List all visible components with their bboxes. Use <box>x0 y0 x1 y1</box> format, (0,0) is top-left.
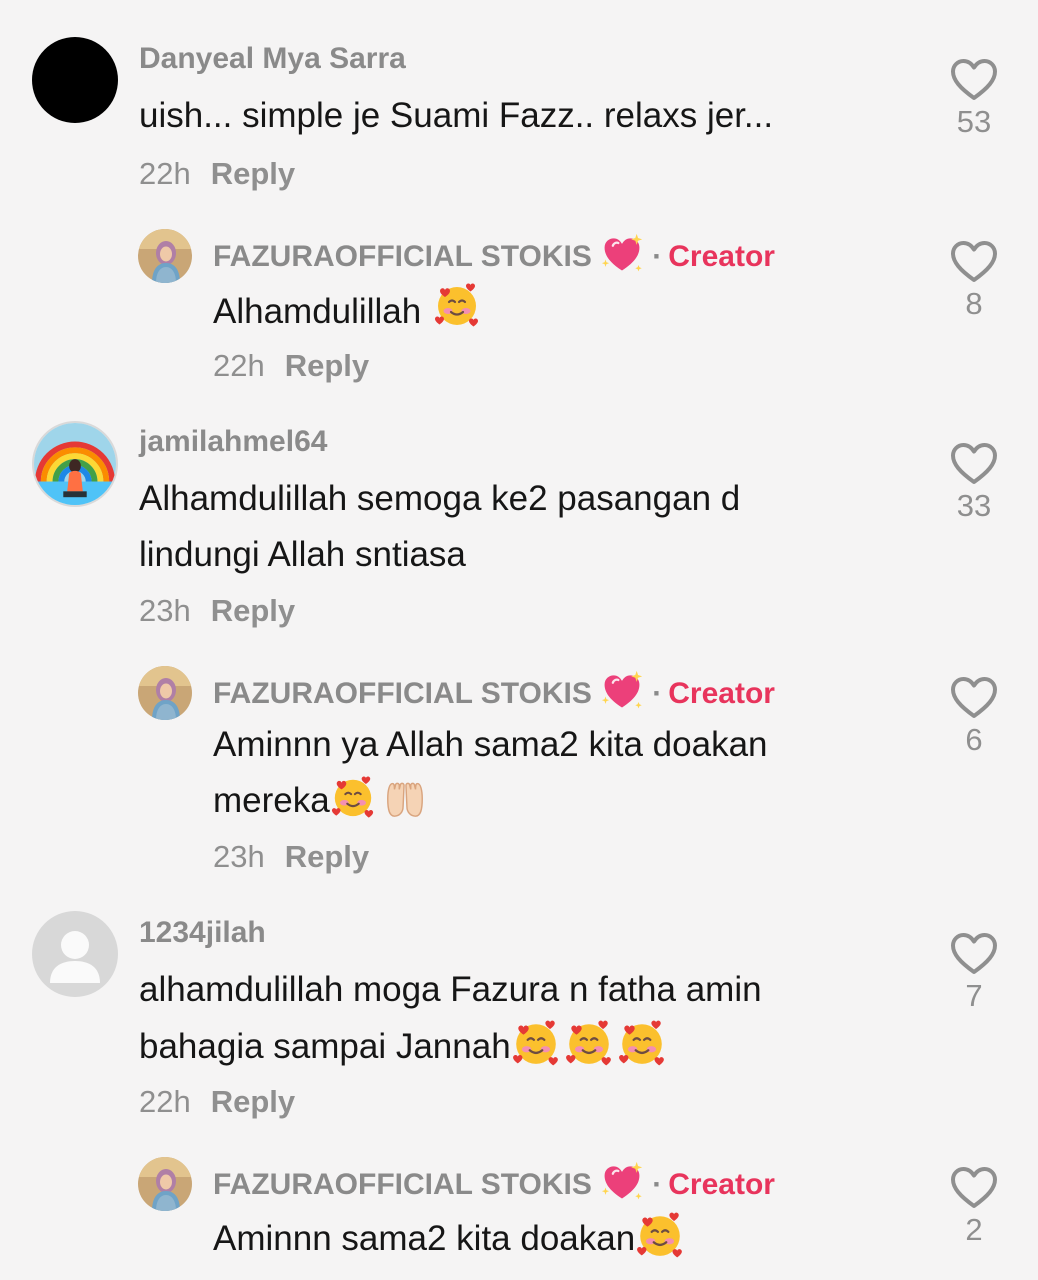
comment-text: Alhamdulillah semoga ke2 pasangan d lind… <box>139 471 740 583</box>
comment-username[interactable]: Danyeal Mya Sarra <box>139 42 406 76</box>
comment-time: 22h <box>139 1084 191 1119</box>
comment-text: Alhamdulillah <box>213 281 481 340</box>
smiling-face-with-hearts-icon <box>635 1210 685 1260</box>
reply-button[interactable]: Reply <box>285 839 369 874</box>
like-count: 33 <box>956 488 992 523</box>
like-count: 2 <box>965 1212 983 1247</box>
comment-meta: 23h Reply <box>139 593 295 629</box>
comment-text-line: uish... simple je Suami Fazz.. relaxs je… <box>139 96 774 135</box>
heart-icon <box>950 58 998 102</box>
smiling-face-with-hearts-icon <box>564 1018 614 1068</box>
comment-username[interactable]: 1234jilah <box>139 916 266 950</box>
comment-text: alhamdulillah moga Fazura n fatha amin b… <box>139 962 762 1075</box>
comment-username[interactable]: FAZURAOFFICIAL STOKIS · Creator <box>213 669 775 713</box>
comment-meta: 22h Reply <box>213 348 369 384</box>
user-silhouette-icon <box>50 931 100 983</box>
sparkling-heart-icon <box>600 669 644 713</box>
creator-avatar[interactable] <box>138 229 192 283</box>
comment-time: 23h <box>139 593 191 628</box>
comment-text-line: lindungi Allah sntiasa <box>139 535 466 574</box>
sparkling-heart-icon <box>600 1160 644 1204</box>
username-text: FAZURAOFFICIAL STOKIS <box>213 677 592 710</box>
comment-time: 22h <box>213 348 265 383</box>
comment-username[interactable]: FAZURAOFFICIAL STOKIS · Creator <box>213 232 775 276</box>
heart-icon <box>950 1166 998 1210</box>
creator-avatar[interactable] <box>138 1157 192 1211</box>
like-button[interactable]: 33 <box>944 442 1004 524</box>
raised-hands-icon <box>382 774 428 820</box>
creator-badge: Creator <box>668 240 775 273</box>
creator-avatar[interactable] <box>138 666 192 720</box>
comment-username[interactable]: jamilahmel64 <box>139 425 327 459</box>
smiling-face-with-hearts-icon <box>617 1018 667 1068</box>
comment-meta: 22h Reply <box>139 156 295 192</box>
smiling-face-with-hearts-icon <box>330 774 376 820</box>
username-text: FAZURAOFFICIAL STOKIS <box>213 240 592 273</box>
creator-badge: Creator <box>668 677 775 710</box>
comment-meta: 22h Reply <box>139 1084 295 1120</box>
reply-button[interactable]: Reply <box>211 1084 295 1119</box>
creator-badge: Creator <box>668 1168 775 1201</box>
comment-text-line: mereka <box>213 781 330 820</box>
comment-text-line: Aminnn ya Allah sama2 kita doakan <box>213 725 768 764</box>
like-button[interactable]: 6 <box>944 676 1004 758</box>
smiling-face-with-hearts-icon <box>511 1018 561 1068</box>
sparkling-heart-icon <box>600 232 644 276</box>
comment-text-line: bahagia sampai Jannah <box>139 1027 511 1066</box>
user-avatar[interactable] <box>32 421 118 507</box>
comment-time: 23h <box>213 839 265 874</box>
comment-text-line: Alhamdulillah <box>213 292 422 331</box>
comment-text-line: Alhamdulillah semoga ke2 pasangan d <box>139 479 741 518</box>
comment-meta: 23h Reply <box>213 839 369 875</box>
comment-text: uish... simple je Suami Fazz.. relaxs je… <box>139 88 773 144</box>
reply-button[interactable]: Reply <box>211 593 295 628</box>
like-button[interactable]: 53 <box>944 58 1004 140</box>
comment-text-line-2: bahagia sampai Jannah <box>139 1018 762 1075</box>
heart-icon <box>950 676 998 720</box>
username-text: FAZURAOFFICIAL STOKIS <box>213 1168 592 1201</box>
user-avatar[interactable] <box>32 37 118 123</box>
comment-text-line-2: mereka <box>213 773 768 829</box>
like-button[interactable]: 2 <box>944 1166 1004 1248</box>
comment-text-line: alhamdulillah moga Fazura n fatha amin <box>139 970 762 1009</box>
like-count: 8 <box>965 286 983 321</box>
like-count: 6 <box>965 722 983 757</box>
reply-button[interactable]: Reply <box>211 156 295 191</box>
reply-button[interactable]: Reply <box>285 348 369 383</box>
separator-dot: · <box>652 240 663 273</box>
comment-text: Aminnn sama2 kita doakan <box>213 1210 685 1267</box>
like-button[interactable]: 8 <box>944 240 1004 322</box>
comment-text: Aminnn ya Allah sama2 kita doakan mereka <box>213 717 768 829</box>
comment-time: 22h <box>139 156 191 191</box>
separator-dot: · <box>652 1168 663 1201</box>
like-count: 53 <box>956 104 992 139</box>
heart-icon <box>950 442 998 486</box>
smiling-face-with-hearts-icon <box>433 281 481 329</box>
comment-username[interactable]: FAZURAOFFICIAL STOKIS · Creator <box>213 1160 775 1204</box>
heart-icon <box>950 240 998 284</box>
like-button[interactable]: 7 <box>944 932 1004 1014</box>
separator-dot: · <box>652 677 663 710</box>
default-user-avatar[interactable] <box>32 911 118 997</box>
comment-text-line: Aminnn sama2 kita doakan <box>213 1219 636 1258</box>
like-count: 7 <box>965 978 983 1013</box>
heart-icon <box>950 932 998 976</box>
comments-list: Danyeal Mya Sarra uish... simple je Suam… <box>0 0 1038 1280</box>
